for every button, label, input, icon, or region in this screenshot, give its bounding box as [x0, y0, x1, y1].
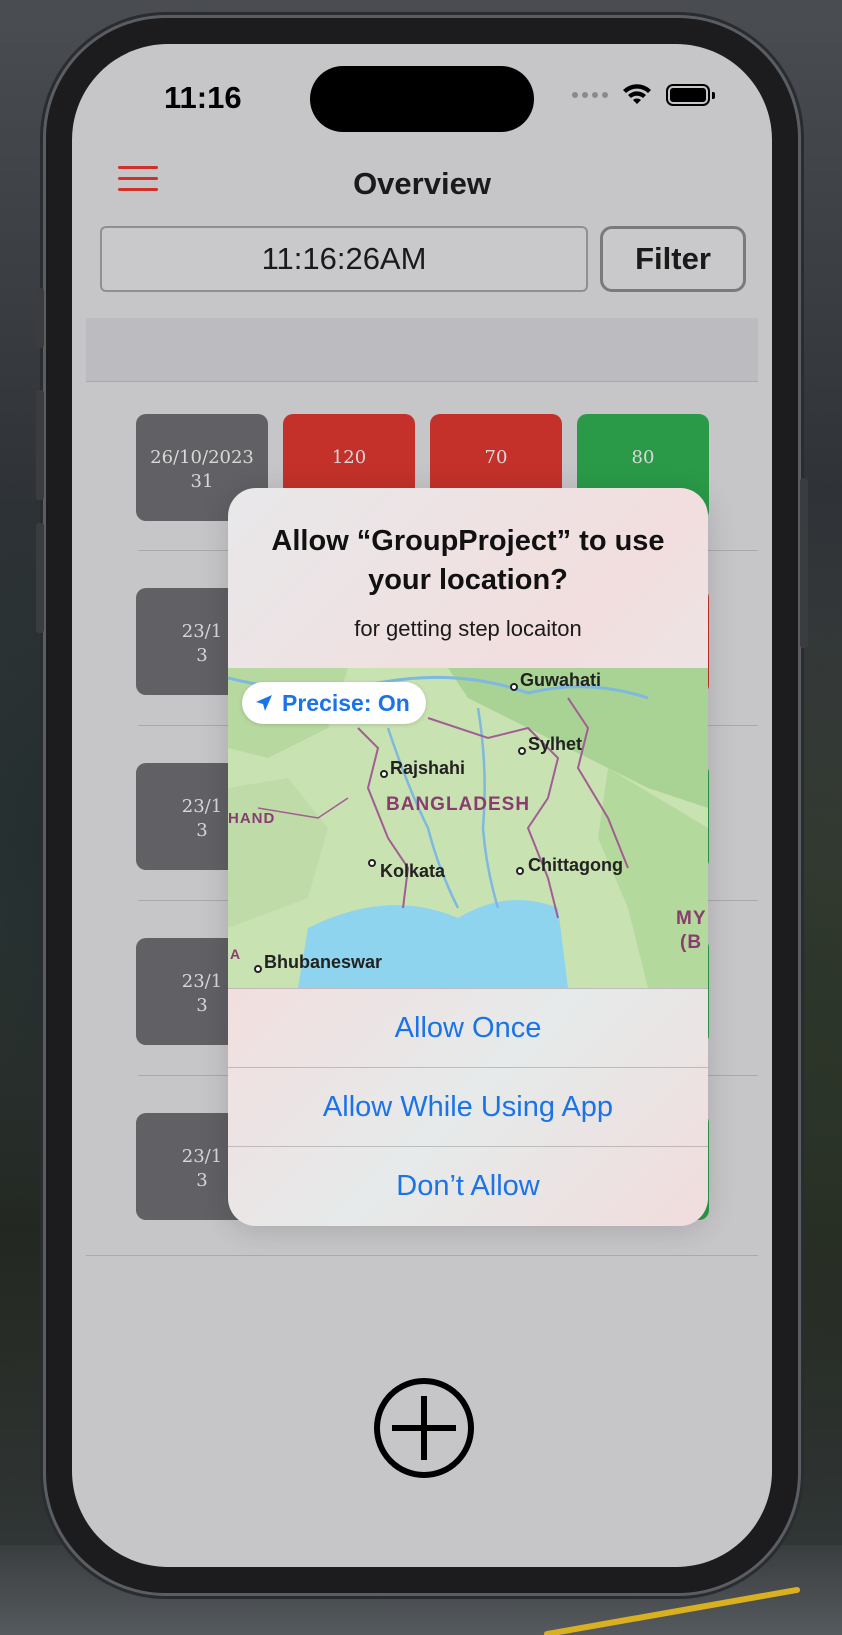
map-label-kolkata: Kolkata — [380, 861, 446, 881]
map-marker — [368, 859, 376, 867]
map-label-myanmar: MY — [676, 908, 707, 929]
status-time: 11:16 — [164, 80, 242, 115]
page-title: Overview — [353, 166, 491, 201]
nav-bar: Overview — [72, 154, 772, 214]
location-arrow-icon — [256, 695, 272, 711]
map-marker — [516, 867, 524, 875]
map-marker — [518, 747, 526, 755]
filter-button[interactable]: Filter — [600, 226, 746, 292]
location-permission-alert: Allow “GroupProject” to use your locatio… — [228, 488, 708, 1226]
add-record-button[interactable] — [374, 1378, 474, 1478]
map-label-sylhet: Sylhet — [528, 734, 583, 754]
signal-dots-icon — [572, 92, 608, 98]
map-label-bangladesh: BANGLADESH — [386, 794, 531, 815]
map-marker — [254, 965, 262, 973]
map-label-guwahati: Guwahati — [520, 670, 602, 690]
screen: 11:16 Overview 11:16:26AM Filter 26/10/2… — [72, 44, 772, 1567]
map-marker — [380, 770, 388, 778]
dont-allow-button[interactable]: Don’t Allow — [228, 1146, 708, 1224]
dynamic-island — [310, 66, 534, 132]
allow-while-using-button[interactable]: Allow While Using App — [228, 1067, 708, 1145]
table-header — [86, 318, 758, 382]
map-label-bhubaneswar: Bhubaneswar — [264, 952, 383, 972]
status-icons — [572, 84, 715, 106]
precise-location-toggle[interactable]: Precise: On — [242, 682, 426, 724]
alert-title: Allow “GroupProject” to use your locatio… — [271, 525, 665, 596]
map-marker — [510, 683, 518, 691]
map-label-myanmar-sub: (B — [680, 932, 703, 953]
road-line — [543, 1586, 801, 1635]
map-label-jharkhand: HAND — [228, 810, 276, 827]
allow-once-button[interactable]: Allow Once — [228, 988, 708, 1066]
time-field[interactable]: 11:16:26AM — [100, 226, 588, 292]
alert-message: for getting step locaiton — [354, 616, 582, 641]
map-label-chittagong: Chittagong — [528, 855, 623, 875]
wifi-icon — [623, 84, 651, 104]
volume-down-button — [36, 523, 44, 633]
map-label-rajshahi: Rajshahi — [390, 758, 466, 778]
action-button — [36, 288, 44, 348]
phone-frame: 11:16 Overview 11:16:26AM Filter 26/10/2… — [36, 18, 808, 1593]
battery-icon — [666, 84, 715, 106]
precise-label: Precise: On — [282, 689, 410, 716]
map-label-odisha: A — [230, 946, 242, 962]
volume-up-button — [36, 390, 44, 500]
location-map: Precise: On Guwahati Sylhet Rajshahi BAN… — [228, 668, 708, 988]
power-button — [800, 478, 808, 648]
